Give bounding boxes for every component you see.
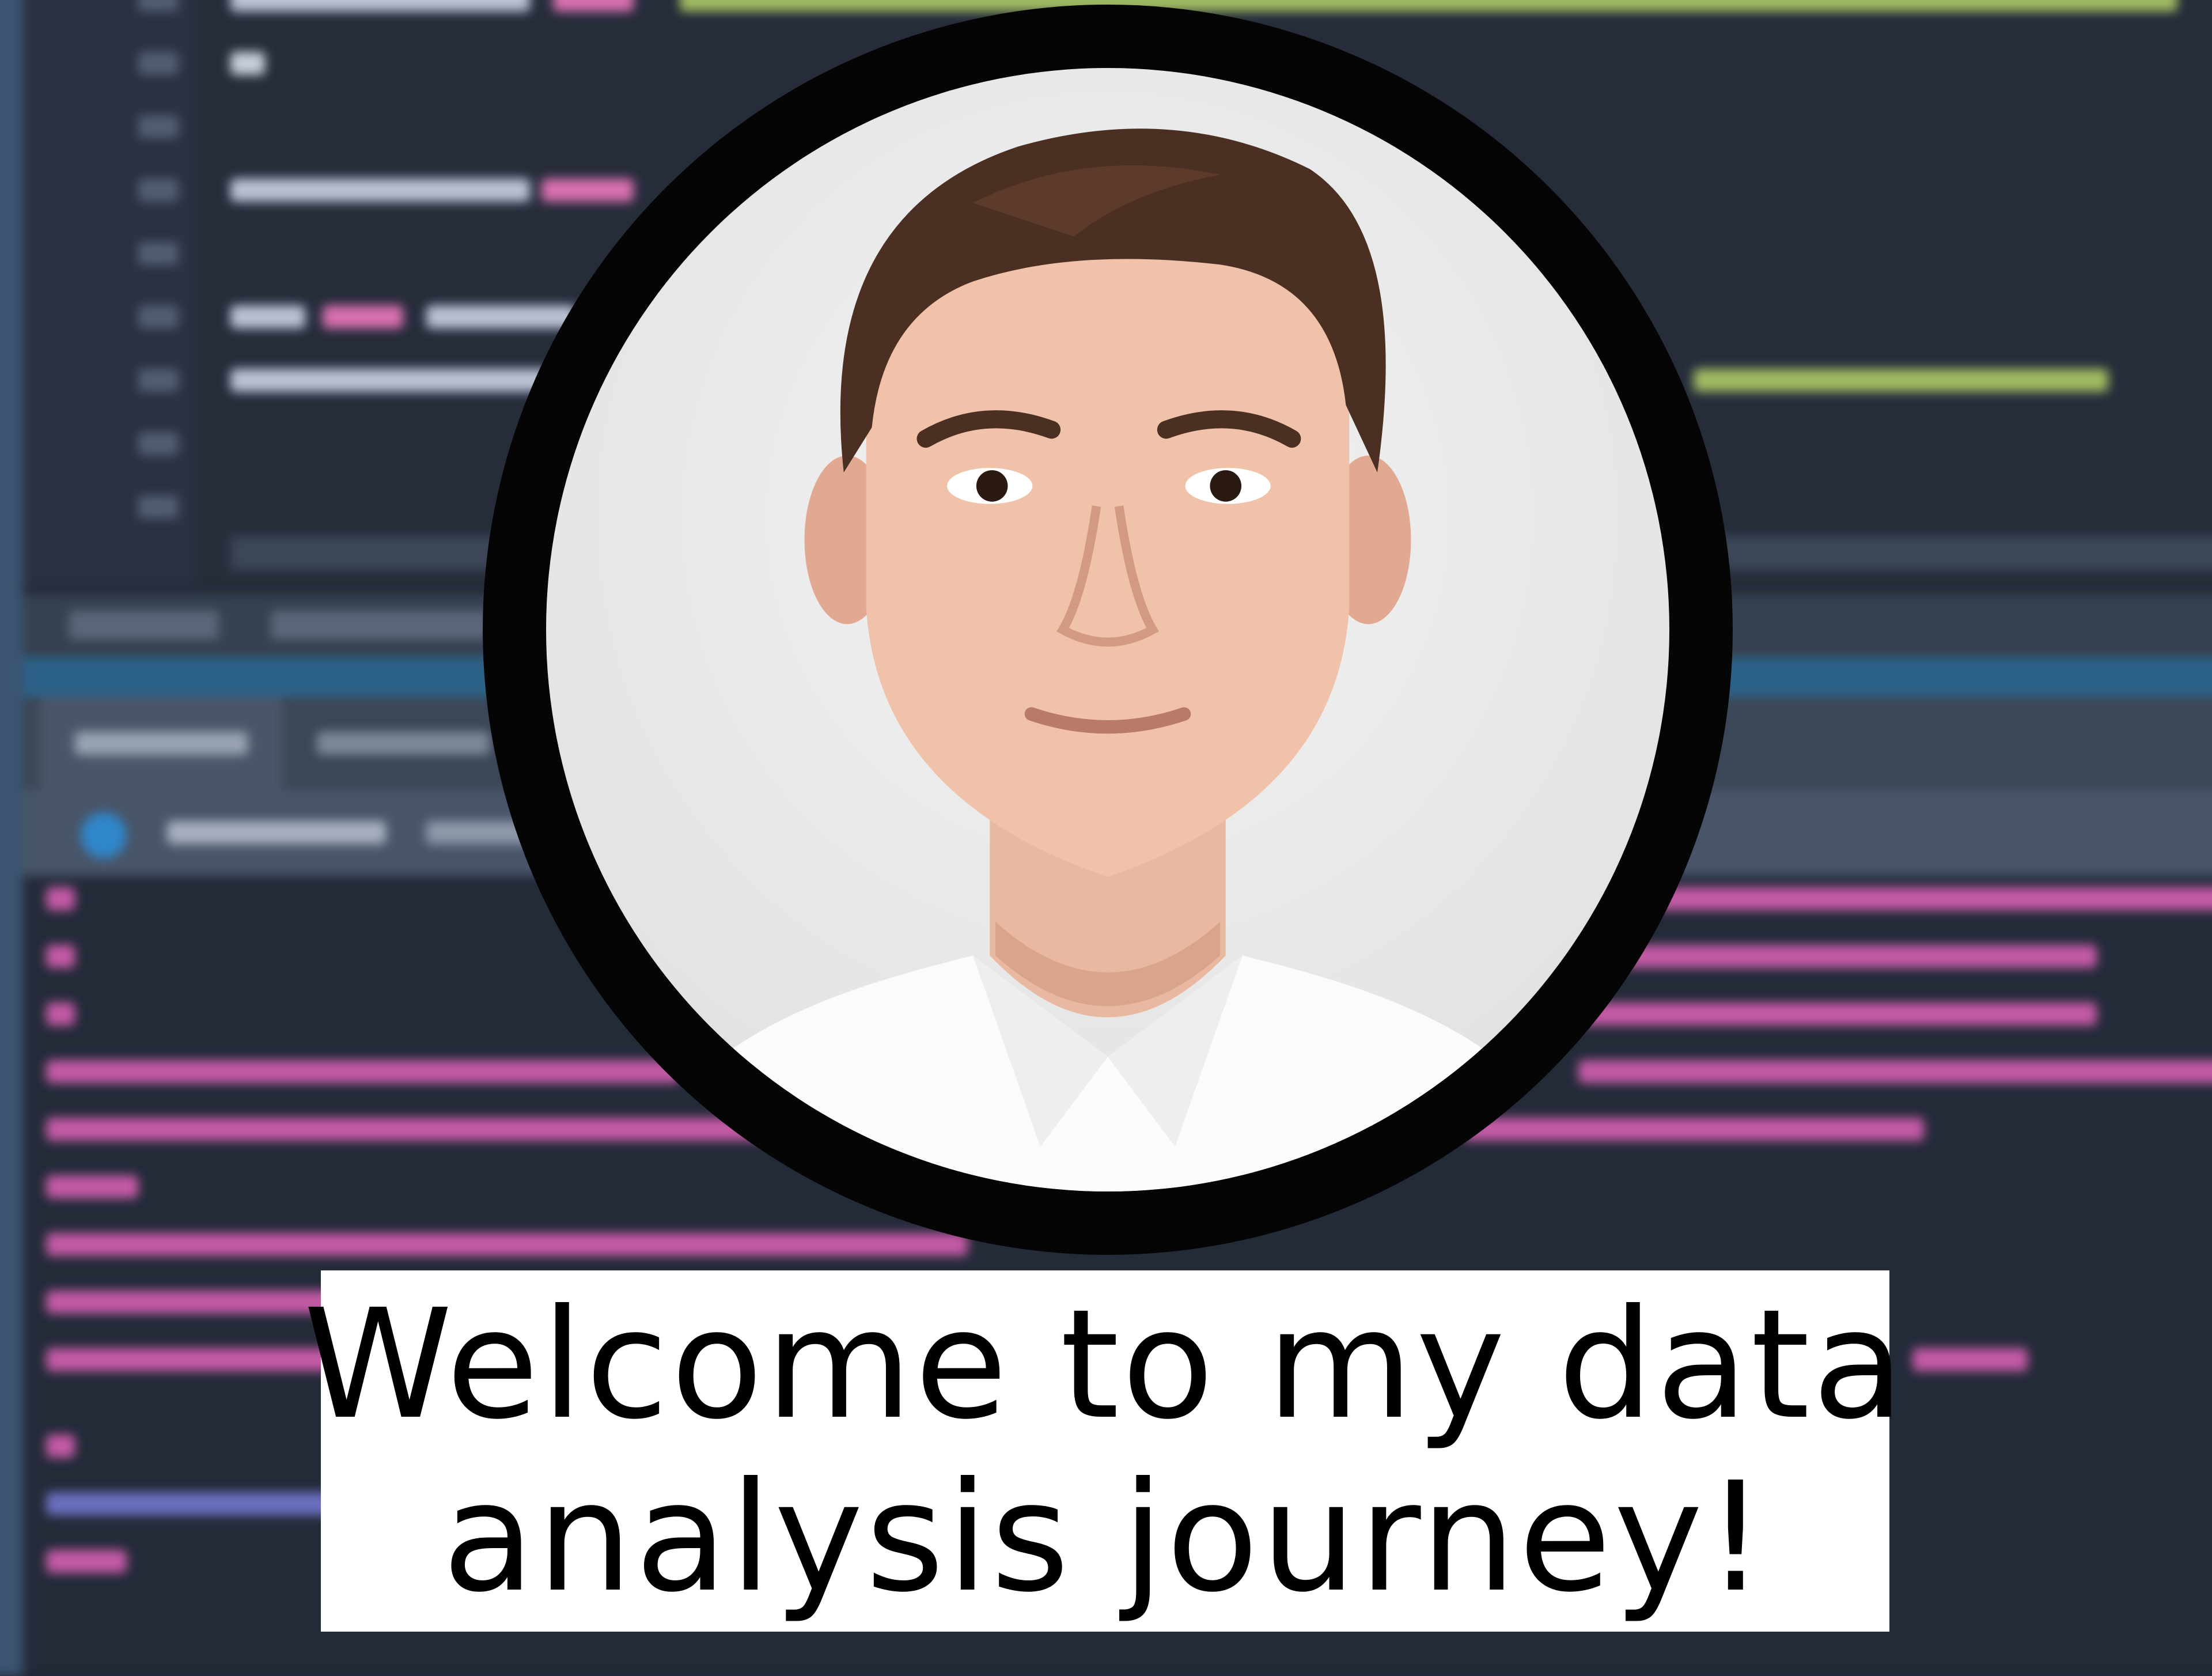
line-number (138, 0, 179, 12)
line-number (138, 179, 179, 202)
console-prompt (46, 887, 75, 910)
line-number (138, 495, 179, 519)
code-token (426, 305, 576, 328)
console-token (46, 1348, 334, 1371)
code-token (230, 179, 530, 202)
status-chip (271, 611, 490, 640)
code-token (553, 0, 634, 12)
code-token (680, 0, 2177, 12)
line-number (138, 432, 179, 455)
console-token (46, 1233, 968, 1256)
right-pupil (1210, 470, 1242, 502)
caption-line-1: Welcome to my data (303, 1276, 1907, 1452)
line-number (138, 115, 179, 138)
code-token (323, 305, 403, 328)
code-token (230, 52, 265, 75)
console-prompt (46, 1435, 75, 1458)
console-token (1578, 945, 2097, 968)
line-number (138, 52, 179, 75)
console-token (1578, 1002, 2097, 1026)
tab-label (75, 732, 248, 755)
console-prompt (46, 1002, 75, 1026)
console-token (1912, 1348, 2028, 1371)
profile-photo (546, 68, 1669, 1191)
side-strip (0, 0, 23, 1676)
console-token (46, 1118, 795, 1141)
caption-line-2: analysis journey! (442, 1449, 1768, 1625)
portrait-illustration (613, 128, 1602, 1191)
line-number (138, 369, 179, 392)
console-prompt (46, 1550, 127, 1573)
face (866, 225, 1350, 877)
code-token (541, 179, 634, 202)
welcome-caption: Welcome to my data analysis journey! (304, 1270, 1904, 1632)
console-token (1578, 1060, 2212, 1083)
code-token (1694, 369, 2108, 392)
line-number (138, 242, 179, 265)
tab-label (317, 732, 490, 755)
left-pupil (976, 470, 1008, 502)
console-prompt (46, 945, 75, 968)
console-token (46, 1291, 334, 1314)
line-number (138, 305, 179, 328)
code-token (230, 0, 530, 12)
run-console-icon (81, 812, 127, 858)
console-error (46, 1492, 334, 1515)
console-token (46, 1060, 680, 1083)
status-chip (69, 611, 219, 640)
profile-photo-frame (483, 5, 1733, 1255)
code-token (230, 305, 305, 328)
console-token (46, 1175, 138, 1198)
console-token (1463, 1118, 1924, 1141)
version-label (167, 821, 386, 844)
